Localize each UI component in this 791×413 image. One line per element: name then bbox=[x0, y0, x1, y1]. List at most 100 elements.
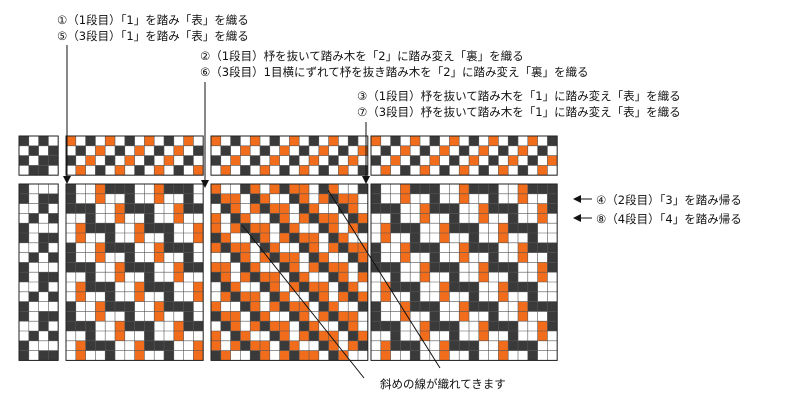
grid-cell bbox=[250, 350, 260, 361]
grid-cell bbox=[478, 262, 489, 273]
grid-cell bbox=[134, 340, 145, 351]
grid-cell bbox=[449, 331, 460, 341]
grid-cell bbox=[309, 282, 319, 292]
grid-cell bbox=[38, 203, 49, 214]
grid-cell bbox=[309, 155, 319, 166]
grid-cell bbox=[193, 282, 204, 292]
grid-cell bbox=[469, 242, 479, 253]
grid-cell bbox=[173, 301, 184, 312]
grid-cell bbox=[144, 321, 155, 331]
grid-cell bbox=[115, 145, 125, 156]
grid-cell bbox=[299, 321, 309, 331]
grid-cell bbox=[124, 311, 135, 322]
grid-cell bbox=[289, 350, 300, 361]
grid-cell bbox=[240, 213, 251, 224]
grid-cell bbox=[439, 340, 450, 351]
grid-cell bbox=[410, 350, 420, 361]
grid-cell bbox=[478, 165, 489, 176]
grid-cell bbox=[173, 184, 184, 194]
grid-cell bbox=[183, 193, 194, 204]
grid-cell bbox=[124, 242, 135, 253]
grid-cell bbox=[488, 252, 499, 263]
grid-cell bbox=[211, 301, 221, 312]
grid-cell bbox=[420, 145, 430, 156]
grid-cell bbox=[410, 301, 420, 312]
grid-cell bbox=[380, 233, 391, 243]
grid-cell bbox=[488, 262, 499, 273]
grid-cell bbox=[134, 321, 145, 331]
grid-cell bbox=[260, 193, 270, 204]
grid-cell bbox=[498, 350, 509, 361]
grid-cell bbox=[299, 145, 309, 156]
grid-cell bbox=[459, 184, 469, 194]
grid-cell bbox=[144, 340, 155, 351]
grid-cell bbox=[338, 282, 349, 292]
grid-cell bbox=[348, 331, 358, 341]
grid-cell bbox=[449, 262, 460, 273]
grid-cell bbox=[250, 155, 260, 166]
grid-cell bbox=[95, 242, 106, 253]
grid-cell bbox=[420, 203, 430, 214]
grid-cell bbox=[144, 136, 155, 146]
grid-cell bbox=[371, 242, 381, 253]
grid-cell bbox=[105, 340, 115, 351]
grid-cell bbox=[318, 282, 329, 292]
grid-cell bbox=[66, 203, 76, 214]
grid-cell bbox=[289, 184, 300, 194]
grid-cell bbox=[459, 252, 469, 263]
grid-cell bbox=[19, 350, 29, 361]
grid-cell bbox=[498, 145, 509, 156]
grid-cell bbox=[85, 331, 96, 341]
grid-cell bbox=[230, 193, 241, 204]
grid-cell bbox=[537, 301, 548, 312]
grid-cell bbox=[19, 223, 29, 233]
grid-cell bbox=[547, 193, 558, 204]
grid-cell bbox=[279, 165, 290, 176]
grid-cell bbox=[85, 272, 96, 282]
grid-cell bbox=[211, 155, 221, 166]
grid-cell bbox=[309, 213, 319, 224]
grid-cell bbox=[429, 136, 440, 146]
grid-cell bbox=[19, 262, 29, 273]
grid-cell bbox=[488, 311, 499, 322]
grid-cell bbox=[85, 213, 96, 224]
grid-cell bbox=[410, 233, 420, 243]
grid-cell bbox=[95, 223, 106, 233]
grid-cell bbox=[279, 223, 290, 233]
grid-cell bbox=[429, 321, 440, 331]
grid-cell bbox=[348, 242, 358, 253]
grid-cell bbox=[250, 272, 260, 282]
grid-cell bbox=[105, 155, 115, 166]
grid-cell bbox=[164, 233, 174, 243]
grid-cell bbox=[279, 321, 290, 331]
grid-cell bbox=[240, 223, 251, 233]
grid-cell bbox=[478, 331, 489, 341]
grid-cell bbox=[144, 282, 155, 292]
grid-cell bbox=[173, 331, 184, 341]
grid-cell bbox=[250, 136, 260, 146]
grid-cell bbox=[144, 272, 155, 282]
grid-cell bbox=[211, 331, 221, 341]
grid-cell bbox=[220, 165, 231, 176]
grid-cell bbox=[328, 311, 339, 322]
grid-cell bbox=[230, 321, 241, 331]
grid-cell bbox=[488, 242, 499, 253]
grid-cell bbox=[318, 340, 329, 351]
grid-cell bbox=[144, 262, 155, 273]
grid-cell bbox=[230, 331, 241, 341]
grid-cell bbox=[527, 184, 538, 194]
grid-cell bbox=[390, 331, 401, 341]
grid-cell bbox=[250, 321, 260, 331]
grid-cell bbox=[469, 223, 479, 233]
grid-cell bbox=[380, 262, 391, 273]
grid-cell bbox=[380, 145, 391, 156]
grid-cell bbox=[400, 193, 411, 204]
grid-cell bbox=[154, 165, 164, 176]
drawdown-panel-1 bbox=[65, 183, 204, 361]
grid-cell bbox=[429, 262, 440, 273]
grid-cell bbox=[390, 213, 401, 224]
grid-cell bbox=[240, 272, 251, 282]
grid-cell bbox=[537, 213, 548, 224]
grid-cell bbox=[348, 252, 358, 263]
grid-cell bbox=[338, 311, 349, 322]
